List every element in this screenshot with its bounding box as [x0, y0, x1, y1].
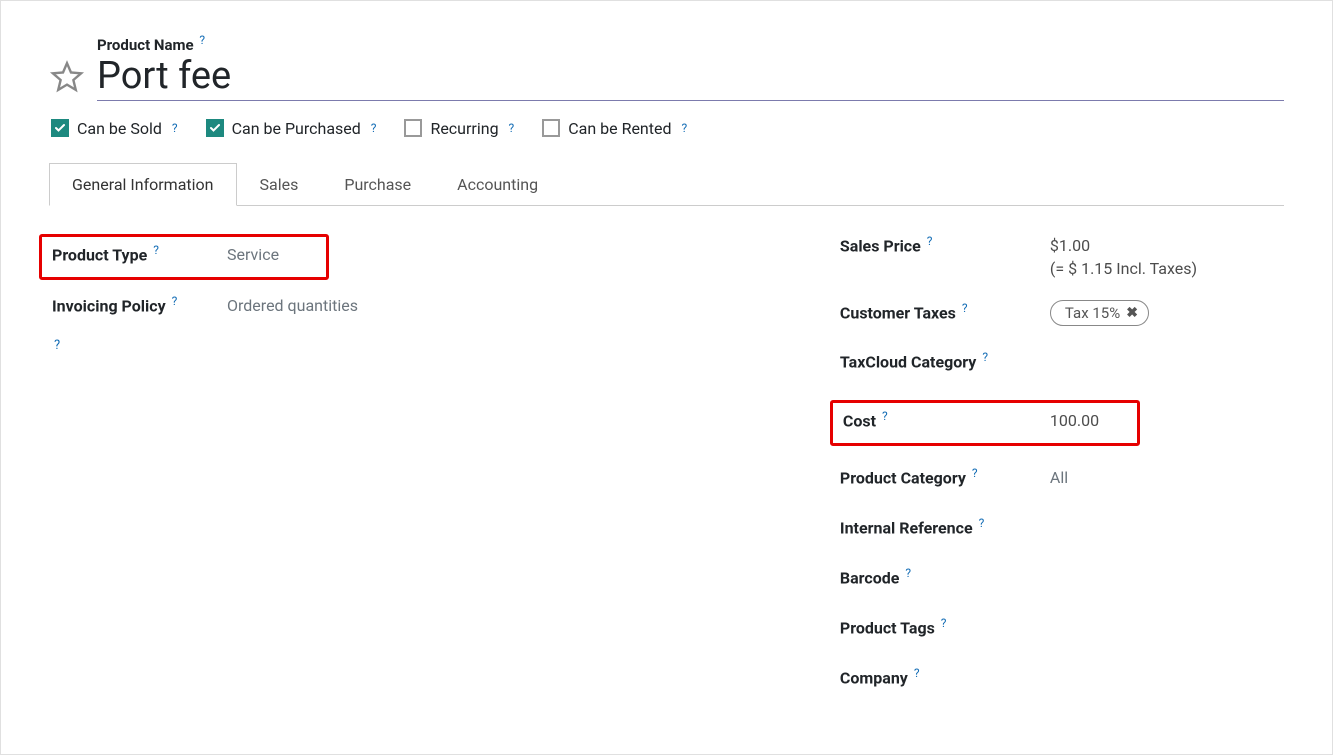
- product-type-value[interactable]: Service: [227, 245, 279, 264]
- cost-highlight: Cost ? 100.00: [830, 400, 1140, 446]
- help-icon[interactable]: ?: [941, 616, 947, 630]
- can-be-sold-checkbox[interactable]: [51, 119, 69, 137]
- barcode-label: Barcode: [840, 568, 900, 587]
- help-icon[interactable]: ?: [882, 409, 888, 423]
- help-icon[interactable]: ?: [172, 294, 178, 308]
- can-be-purchased-option: Can be Purchased ?: [206, 119, 377, 138]
- help-icon[interactable]: ?: [927, 234, 933, 248]
- cost-label: Cost: [843, 411, 876, 430]
- can-be-rented-label: Can be Rented: [568, 119, 671, 138]
- help-icon[interactable]: ?: [962, 301, 968, 315]
- help-icon[interactable]: ?: [972, 466, 978, 480]
- invoicing-policy-label: Invoicing Policy: [52, 296, 166, 315]
- help-icon[interactable]: ?: [509, 121, 515, 135]
- tab-accounting[interactable]: Accounting: [434, 163, 561, 206]
- can-be-sold-option: Can be Sold ?: [51, 119, 178, 138]
- help-icon[interactable]: ?: [682, 121, 688, 135]
- help-icon[interactable]: ?: [905, 566, 911, 580]
- general-information-panel: Product Type ? Service Invoicing Policy …: [49, 206, 1284, 698]
- sales-price-value[interactable]: $1.00: [1050, 236, 1197, 255]
- can-be-rented-checkbox[interactable]: [542, 119, 560, 137]
- customer-tax-tag[interactable]: Tax 15% ✖: [1050, 300, 1149, 326]
- sales-price-incl-note: (= $ 1.15 Incl. Taxes): [1050, 259, 1197, 278]
- customer-taxes-label: Customer Taxes: [840, 303, 956, 322]
- can-be-rented-option: Can be Rented ?: [542, 119, 687, 138]
- help-icon[interactable]: ?: [982, 350, 988, 364]
- can-be-sold-label: Can be Sold: [77, 119, 162, 138]
- tab-purchase[interactable]: Purchase: [321, 163, 434, 206]
- can-be-purchased-checkbox[interactable]: [206, 119, 224, 137]
- close-icon[interactable]: ✖: [1126, 305, 1138, 321]
- product-type-highlight: Product Type ? Service: [39, 234, 329, 280]
- product-tabs: General Information Sales Purchase Accou…: [49, 162, 1284, 206]
- sales-price-label: Sales Price: [840, 236, 921, 255]
- customer-tax-tag-label: Tax 15%: [1065, 304, 1120, 322]
- product-tags-label: Product Tags: [840, 618, 935, 637]
- tab-general-information[interactable]: General Information: [49, 163, 237, 206]
- recurring-label: Recurring: [430, 119, 498, 138]
- help-icon[interactable]: ?: [199, 33, 205, 47]
- left-column: Product Type ? Service Invoicing Policy …: [49, 234, 840, 698]
- product-type-label: Product Type: [52, 245, 147, 264]
- product-form: Product Name ? Can be Sold ? Can be Purc…: [1, 1, 1332, 698]
- recurring-checkbox[interactable]: [404, 119, 422, 137]
- internal-reference-label: Internal Reference: [840, 518, 973, 537]
- product-category-value[interactable]: All: [1050, 468, 1068, 487]
- tab-sales[interactable]: Sales: [237, 163, 322, 206]
- cost-value[interactable]: 100.00: [1050, 411, 1099, 430]
- product-category-label: Product Category: [840, 468, 966, 487]
- can-be-purchased-label: Can be Purchased: [232, 119, 361, 138]
- favorite-star-icon[interactable]: [49, 59, 85, 95]
- recurring-option: Recurring ?: [404, 119, 514, 138]
- right-column: Sales Price ? $1.00 (= $ 1.15 Incl. Taxe…: [840, 234, 1284, 698]
- product-name-input[interactable]: [97, 54, 1284, 101]
- help-icon[interactable]: ?: [371, 121, 377, 135]
- title-row: Product Name ?: [49, 33, 1284, 101]
- help-icon[interactable]: ?: [979, 516, 985, 530]
- help-icon[interactable]: ?: [172, 121, 178, 135]
- help-icon[interactable]: ?: [153, 243, 159, 257]
- product-name-label: Product Name: [97, 36, 194, 54]
- company-label: Company: [840, 668, 908, 687]
- taxcloud-category-label: TaxCloud Category: [840, 352, 976, 371]
- help-icon[interactable]: ?: [54, 338, 840, 353]
- invoicing-policy-value[interactable]: Ordered quantities: [227, 296, 358, 315]
- product-options: Can be Sold ? Can be Purchased ? Recurri…: [51, 119, 1284, 138]
- help-icon[interactable]: ?: [914, 666, 920, 680]
